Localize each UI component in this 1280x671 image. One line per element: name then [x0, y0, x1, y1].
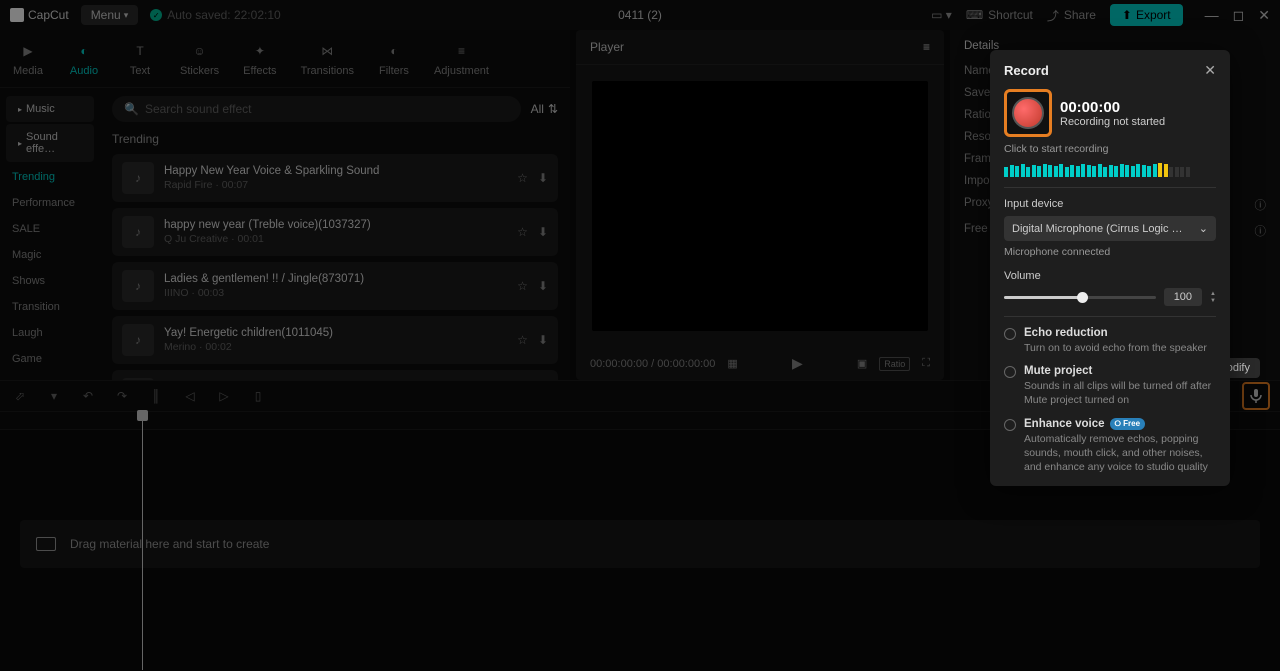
volume-row: 100 ▲▼	[1004, 288, 1216, 306]
chevron-down-icon: ⌄	[1199, 222, 1208, 235]
vu-meter	[1004, 163, 1216, 177]
input-device-value: Digital Microphone (Cirrus Logic …	[1012, 223, 1183, 235]
volume-value[interactable]: 100	[1164, 288, 1202, 306]
mute-desc: Sounds in all clips will be turned off a…	[1024, 379, 1216, 407]
modal-title: Record	[1004, 63, 1049, 78]
volume-stepper[interactable]: ▲▼	[1210, 291, 1216, 304]
enhance-voice-option[interactable]: Enhance voice⭘ Free Automatically remove …	[1004, 418, 1216, 475]
record-status: Recording not started	[1060, 116, 1165, 128]
enhance-title: Enhance voice⭘ Free	[1024, 418, 1216, 430]
checkbox[interactable]	[1004, 419, 1016, 431]
echo-title: Echo reduction	[1024, 327, 1207, 339]
record-modal: Record ✕ 00:00:00 Recording not started …	[990, 50, 1230, 486]
record-row: 00:00:00 Recording not started	[1004, 89, 1216, 137]
divider	[1004, 316, 1216, 317]
volume-label: Volume	[1004, 270, 1216, 282]
free-badge: ⭘ Free	[1110, 418, 1146, 430]
echo-reduction-option[interactable]: Echo reduction Turn on to avoid echo from…	[1004, 327, 1216, 355]
record-info: 00:00:00 Recording not started	[1060, 99, 1165, 128]
volume-slider[interactable]	[1004, 296, 1156, 299]
checkbox[interactable]	[1004, 328, 1016, 340]
record-time: 00:00:00	[1060, 99, 1165, 116]
record-button[interactable]	[1004, 89, 1052, 137]
mute-title: Mute project	[1024, 365, 1216, 377]
mic-connected-status: Microphone connected	[1004, 246, 1216, 258]
input-device-select[interactable]: Digital Microphone (Cirrus Logic … ⌄	[1004, 216, 1216, 241]
checkbox[interactable]	[1004, 366, 1016, 378]
divider	[1004, 187, 1216, 188]
slider-thumb[interactable]	[1077, 292, 1088, 303]
enhance-desc: Automatically remove echos, popping soun…	[1024, 432, 1216, 475]
record-dot-icon	[1012, 97, 1044, 129]
close-icon[interactable]: ✕	[1204, 62, 1216, 79]
echo-desc: Turn on to avoid echo from the speaker	[1024, 341, 1207, 355]
mute-project-option[interactable]: Mute project Sounds in all clips will be …	[1004, 365, 1216, 407]
input-device-label: Input device	[1004, 198, 1216, 210]
modal-header: Record ✕	[1004, 62, 1216, 79]
record-hint: Click to start recording	[1004, 143, 1216, 155]
